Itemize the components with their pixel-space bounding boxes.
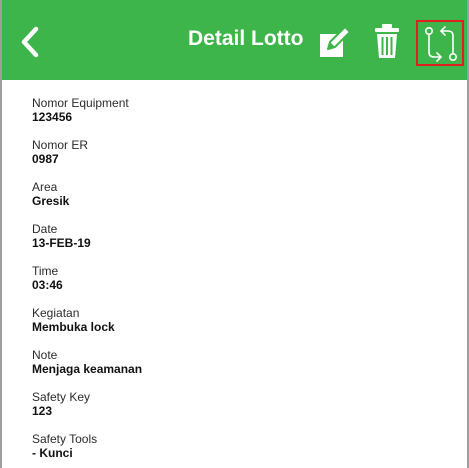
field-safety-tools: Safety Tools - Kunci (32, 432, 452, 468)
field-label: Safety Tools (32, 432, 98, 446)
field-value: 123456 (32, 110, 73, 124)
field-value: Gresik (32, 194, 70, 208)
field-label: Area (32, 180, 58, 194)
chevron-left-icon (21, 26, 39, 58)
field-label: Time (32, 264, 59, 278)
field-date: Date 13-FEB-19 (32, 222, 452, 264)
field-value: 123 (32, 404, 53, 418)
delete-button[interactable] (374, 23, 400, 59)
field-value: Menjaga keamanan (32, 362, 143, 376)
field-label: Date (32, 222, 58, 236)
app-window: Detail Lotto Nomor Equipment 123456 Nomo… (0, 0, 469, 468)
detail-list: Nomor Equipment 123456 Nomor ER 0987 Are… (32, 96, 452, 468)
trash-icon (375, 24, 399, 58)
field-label: Nomor ER (32, 138, 89, 152)
back-button[interactable] (16, 22, 46, 62)
field-value: 0987 (32, 152, 59, 166)
workflow-icon (424, 26, 457, 62)
field-safety-key: Safety Key 123 (32, 390, 452, 432)
field-label: Note (32, 348, 58, 362)
field-value: - Kunci (32, 446, 73, 460)
field-label: Safety Key (32, 390, 91, 404)
page-title: Detail Lotto (188, 27, 304, 50)
edit-button[interactable] (318, 25, 352, 59)
field-label: Kegiatan (32, 306, 80, 320)
field-kegiatan: Kegiatan Membuka lock (32, 306, 452, 348)
workflow-button[interactable] (416, 20, 464, 66)
field-nomor-er: Nomor ER 0987 (32, 138, 452, 180)
field-value: 03:46 (32, 278, 63, 292)
field-nomor-equipment: Nomor Equipment 123456 (32, 96, 452, 138)
field-note: Note Menjaga keamanan (32, 348, 452, 390)
field-label: Nomor Equipment (32, 96, 129, 110)
field-value: 13-FEB-19 (32, 236, 91, 250)
field-time: Time 03:46 (32, 264, 452, 306)
header-bar: Detail Lotto (2, 0, 467, 80)
edit-icon (320, 26, 351, 57)
field-area: Area Gresik (32, 180, 452, 222)
field-value: Membuka lock (32, 320, 115, 334)
